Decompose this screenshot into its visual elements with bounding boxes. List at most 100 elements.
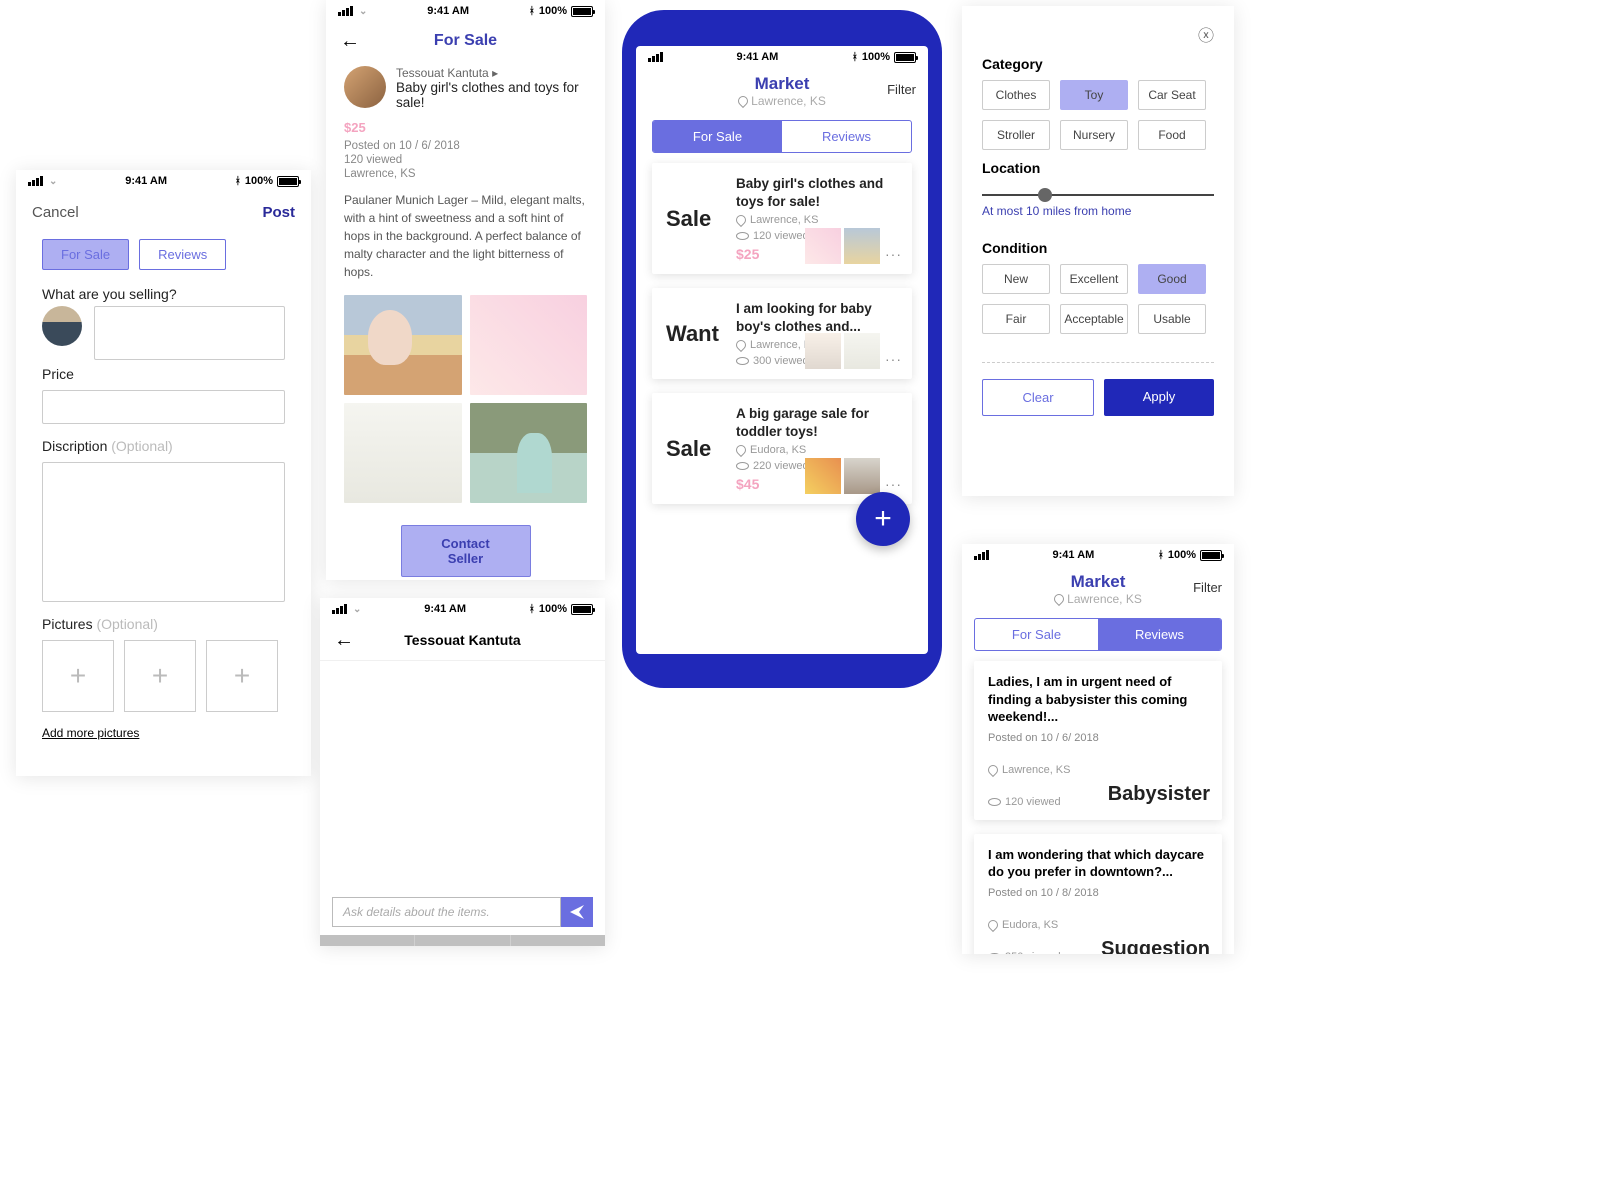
title-input[interactable] [94, 306, 285, 360]
card-type: Sale [666, 436, 726, 462]
chip-good[interactable]: Good [1138, 264, 1206, 294]
bluetooth-icon: ᚼ [852, 52, 858, 63]
user-avatar [42, 306, 82, 346]
tab-for-sale[interactable]: For Sale [975, 619, 1098, 650]
cancel-button[interactable]: Cancel [32, 204, 79, 221]
contact-seller-button[interactable]: Contact Seller [401, 525, 531, 577]
chip-toy[interactable]: Toy [1060, 80, 1128, 110]
review-title: Ladies, I am in urgent need of finding a… [988, 673, 1208, 726]
close-button[interactable]: ⓧ [982, 22, 1214, 46]
send-button[interactable] [561, 897, 593, 927]
listing-card[interactable]: Sale A big garage sale for toddler toys!… [652, 393, 912, 504]
bluetooth-icon: ᚼ [1158, 550, 1164, 561]
chat-screen: ⌄ 9:41 AM ᚼ100% ← Tessouat Kantuta Ask d… [320, 598, 605, 946]
suggestion-2[interactable]: Hello [415, 935, 510, 946]
description-input[interactable] [42, 462, 285, 602]
chip-new[interactable]: New [982, 264, 1050, 294]
item-photo-2[interactable] [470, 295, 588, 395]
add-picture-2[interactable]: + [124, 640, 196, 712]
seller-avatar[interactable] [344, 66, 386, 108]
more-icon[interactable]: ··· [885, 476, 902, 492]
chat-name: Tessouat Kantuta [404, 632, 520, 648]
view-count: 120 viewed [326, 153, 605, 167]
card-thumb [844, 228, 880, 264]
tab-reviews[interactable]: Reviews [782, 121, 911, 152]
chip-excellent[interactable]: Excellent [1060, 264, 1128, 294]
card-type: Want [666, 321, 726, 347]
clear-button[interactable]: Clear [982, 379, 1094, 416]
status-bar: ⌄ 9:41 AM ᚼ100% [320, 598, 605, 620]
tab-for-sale[interactable]: For Sale [42, 239, 129, 270]
suggestion-1[interactable]: "Helli" [320, 935, 415, 946]
filter-button[interactable]: Filter [1193, 580, 1222, 595]
reviews-screen: 9:41 AM ᚼ100% Market Lawrence, KS Filter… [962, 544, 1234, 954]
review-title: I am wondering that which daycare do you… [988, 846, 1208, 881]
status-bar: ⌄ 9:41 AM ᚼ100% [326, 0, 605, 22]
phone-device-frame: 9:41 AM ᚼ100% Market Lawrence, KS Filter… [622, 10, 942, 688]
label-what-selling: What are you selling? [16, 280, 311, 306]
card-thumb [844, 333, 880, 369]
review-card[interactable]: Ladies, I am in urgent need of finding a… [974, 661, 1222, 820]
seller-name[interactable]: Tessouat Kantuta ▸ [396, 66, 586, 80]
review-date: Posted on 10 / 6/ 2018 [988, 732, 1208, 744]
add-picture-1[interactable]: + [42, 640, 114, 712]
more-icon[interactable]: ··· [885, 351, 902, 367]
slider-thumb[interactable] [1038, 188, 1052, 202]
listing-card[interactable]: Want I am looking for baby boy's clothes… [652, 288, 912, 379]
review-tag: Suggestion [1101, 938, 1210, 954]
chip-stroller[interactable]: Stroller [982, 120, 1050, 150]
chip-usable[interactable]: Usable [1138, 304, 1206, 334]
status-bar: 9:41 AM ᚼ100% [962, 544, 1234, 566]
back-button[interactable]: ← [334, 629, 354, 652]
chat-body[interactable] [320, 661, 605, 897]
condition-heading: Condition [982, 240, 1214, 256]
add-picture-3[interactable]: + [206, 640, 278, 712]
tab-reviews[interactable]: Reviews [1098, 619, 1221, 650]
suggestion-3[interactable]: Hellos [511, 935, 605, 946]
item-photo-1[interactable] [344, 295, 462, 395]
tab-for-sale[interactable]: For Sale [653, 121, 782, 152]
chip-nursery[interactable]: Nursery [1060, 120, 1128, 150]
apply-button[interactable]: Apply [1104, 379, 1214, 416]
add-listing-fab[interactable]: + [856, 492, 910, 546]
chip-car-seat[interactable]: Car Seat [1138, 80, 1206, 110]
review-card[interactable]: I am wondering that which daycare do you… [974, 834, 1222, 954]
pin-icon [736, 94, 750, 108]
label-description: Discription (Optional) [16, 432, 311, 458]
tab-reviews[interactable]: Reviews [139, 239, 226, 270]
status-time: 9:41 AM [1053, 549, 1095, 561]
battery-icon [894, 52, 916, 63]
chip-clothes[interactable]: Clothes [982, 80, 1050, 110]
message-input[interactable]: Ask details about the items. [332, 897, 561, 927]
back-button[interactable]: ← [340, 30, 360, 53]
eye-icon [736, 357, 749, 365]
review-tag: Babysister [1108, 783, 1210, 806]
pin-icon [1052, 592, 1066, 606]
status-time: 9:41 AM [427, 5, 469, 17]
status-bar: 9:41 AM ᚼ100% [636, 46, 928, 68]
add-more-pictures-link[interactable]: Add more pictures [16, 716, 311, 750]
battery-icon [1200, 550, 1222, 561]
wifi-icon: ⌄ [359, 6, 367, 17]
battery-icon [277, 176, 299, 187]
filter-modal: ⓧ Category Clothes Toy Car Seat Stroller… [962, 6, 1234, 496]
pin-icon [734, 443, 748, 457]
pin-icon [986, 918, 1000, 932]
pin-icon [986, 763, 1000, 777]
filter-button[interactable]: Filter [887, 82, 916, 97]
chip-fair[interactable]: Fair [982, 304, 1050, 334]
listing-card[interactable]: Sale Baby girl's clothes and toys for sa… [652, 163, 912, 274]
distance-label: At most 10 miles from home [982, 204, 1214, 218]
card-title: Baby girl's clothes and toys for sale! [736, 175, 898, 210]
item-photo-3[interactable] [344, 403, 462, 503]
card-thumb [844, 458, 880, 494]
post-button[interactable]: Post [262, 204, 295, 221]
more-icon[interactable]: ··· [885, 246, 902, 262]
chip-food[interactable]: Food [1138, 120, 1206, 150]
chip-acceptable[interactable]: Acceptable [1060, 304, 1128, 334]
eye-icon [736, 462, 749, 470]
battery-icon [571, 6, 593, 17]
item-photo-4[interactable] [470, 403, 588, 503]
distance-slider[interactable] [982, 194, 1214, 196]
price-input[interactable] [42, 390, 285, 424]
